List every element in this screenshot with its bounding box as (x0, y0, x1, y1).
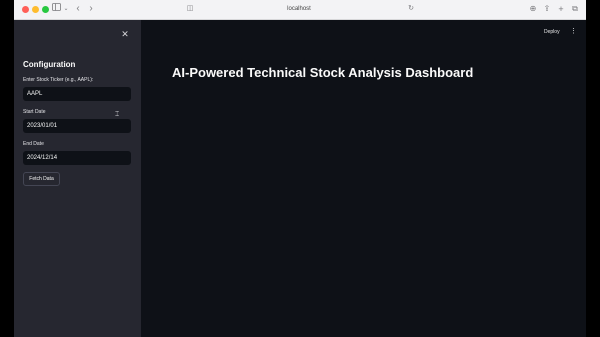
zoom-window-button[interactable] (42, 6, 49, 13)
ticker-label: Enter Stock Ticker (e.g., AAPL): (23, 77, 94, 83)
share-icon[interactable]: ⇪ (542, 2, 552, 16)
chevron-down-icon[interactable]: ⌄ (63, 2, 69, 16)
start-date-input[interactable]: 2023/01/01 (23, 119, 131, 133)
reload-icon[interactable]: ↻ (407, 2, 415, 16)
minimize-window-button[interactable] (32, 6, 39, 13)
tabs-icon[interactable]: ⧉ (570, 2, 580, 16)
download-icon[interactable]: ⊕ (528, 2, 538, 16)
ticker-input[interactable]: AAPL (23, 87, 131, 101)
kebab-menu-icon[interactable]: ⋮ (570, 27, 577, 35)
start-date-label: Start Date (23, 109, 46, 115)
cursor-icon: ⌶ (115, 111, 120, 118)
back-icon[interactable]: ‹ (73, 2, 83, 16)
end-date-label: End Date (23, 141, 44, 147)
deploy-button[interactable]: Deploy (544, 29, 560, 35)
sidebar-toggle-icon[interactable] (50, 2, 62, 16)
fetch-data-button[interactable]: Fetch Data (23, 172, 60, 186)
page-title: AI-Powered Technical Stock Analysis Dash… (172, 65, 474, 80)
address-bar[interactable]: localhost (184, 4, 414, 15)
app-window: ⌄ ‹ › ◫ localhost ↻ ⊕ ⇪ + ⧉ ✕ Configurat… (14, 0, 586, 337)
forward-icon[interactable]: › (86, 2, 96, 16)
main-content: Deploy ⋮ AI-Powered Technical Stock Anal… (141, 20, 586, 337)
sidebar: ✕ Configuration Enter Stock Ticker (e.g.… (14, 20, 141, 337)
close-icon[interactable]: ✕ (119, 28, 131, 40)
close-window-button[interactable] (22, 6, 29, 13)
browser-toolbar: ⌄ ‹ › ◫ localhost ↻ ⊕ ⇪ + ⧉ (14, 0, 586, 20)
sidebar-title: Configuration (23, 60, 76, 69)
new-tab-icon[interactable]: + (556, 2, 566, 16)
end-date-input[interactable]: 2024/12/14 (23, 151, 131, 165)
